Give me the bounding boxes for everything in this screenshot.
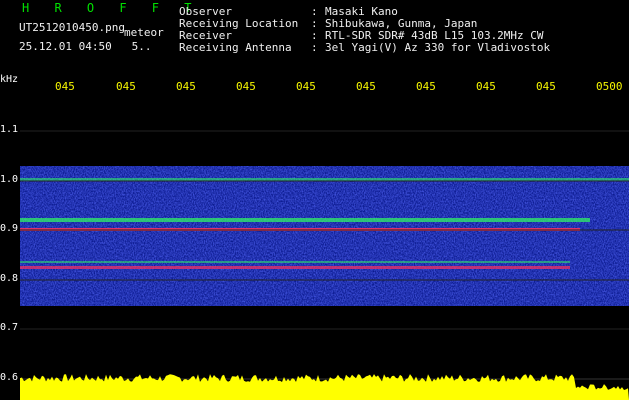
frequency-unit-label: kHz [0,74,19,85]
capture-interval: 5.. [131,40,152,53]
time-tick-label: 045 [296,80,316,93]
freq-tick-label: 0.6 [0,372,19,383]
band-noise [20,166,629,306]
freq-tick-label: 1.1 [0,124,19,135]
meta-colon: : [311,41,318,54]
time-tick-label: 045 [416,80,436,93]
capture-datetime: 25.12.01 04:50 [19,40,112,53]
meta-value: 3el Yagi(V) Az 330 for Vladivostok [325,41,551,54]
carrier-line-830 [20,261,570,263]
time-tick-label: 045 [356,80,376,93]
freq-tick-label: 0.8 [0,273,19,284]
image-filename: UT2512010450.png [19,21,125,34]
time-tick-label: 045 [176,80,196,93]
meta-label: Receiving Antenna [179,41,292,54]
freq-tick-label: 0.7 [0,322,19,333]
capture-time: 25.12.01 04:50 5.. [19,40,151,53]
freq-tick-label: 0.9 [0,223,19,234]
time-tick-label: 045 [536,80,556,93]
header-panel: H R O F F T UT2512010450.png meteor 25.1… [0,0,629,78]
meta-row-location: Receiving Location : Shibukawa, Gunma, J… [179,17,477,30]
carrier-line-820 [20,266,570,269]
time-tick-label: 045 [476,80,496,93]
meta-row-receiver: Receiver : RTL-SDR SDR# 43dB L15 103.2MH… [179,29,544,42]
station-title: H R O F F T [22,1,201,15]
meta-row-antenna: Receiving Antenna : 3el Yagi(V) Az 330 f… [179,41,550,54]
time-tick-label: 045 [55,80,75,93]
time-tick-label: 0500 [596,80,623,93]
carrier-line-905 [20,218,590,222]
spectrogram-display [20,130,629,400]
noise-level-profile [20,374,629,400]
mode-label: meteor [124,26,164,39]
time-tick-label: 045 [236,80,256,93]
freq-tick-label: 1.0 [0,174,19,185]
meta-row-observer: Observer : Masaki Kano [179,5,398,18]
time-tick-label: 045 [116,80,136,93]
